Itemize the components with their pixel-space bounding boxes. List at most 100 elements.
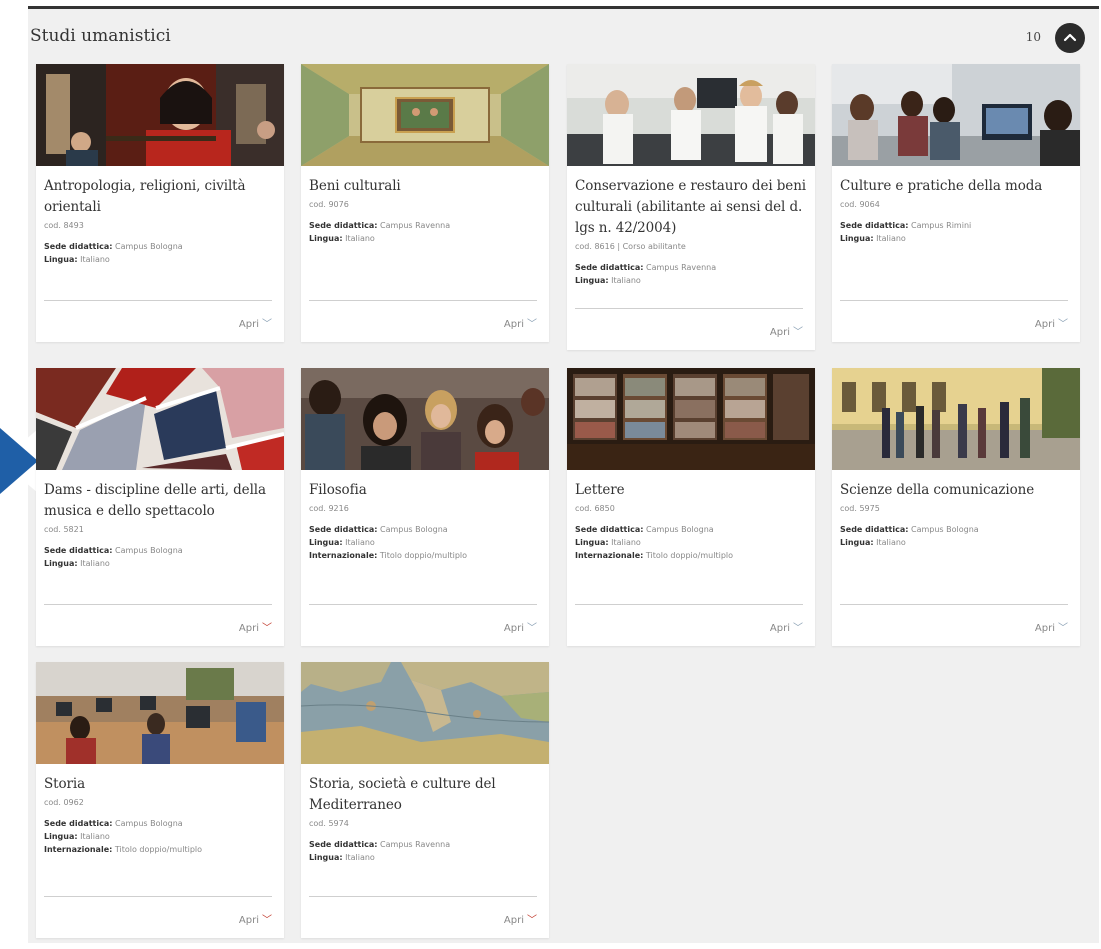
chevron-down-icon: ﹀ (793, 623, 803, 634)
course-code: cod. 6850 (575, 504, 615, 513)
course-count: 10 (1025, 30, 1041, 44)
campus-value: Campus Bologna (115, 819, 183, 828)
language-value: Italiano (80, 832, 110, 841)
course-card[interactable]: Culture e pratiche della moda cod. 9064 … (832, 64, 1080, 342)
course-title[interactable]: Culture e pratiche della moda (840, 176, 1072, 197)
course-card[interactable]: Storia, società e culture del Mediterran… (301, 662, 549, 938)
campus-value: Campus Ravenna (380, 221, 451, 230)
course-code: cod. 9076 (309, 200, 349, 209)
course-title[interactable]: Scienze della comunicazione (840, 480, 1072, 501)
open-details-link[interactable]: Apri ﹀ (504, 619, 537, 634)
course-code: cod. 9064 (840, 200, 880, 209)
international-value: Titolo doppio/multiplo (114, 845, 203, 854)
chevron-down-icon: ﹀ (527, 915, 537, 926)
open-details-link[interactable]: Apri ﹀ (504, 315, 537, 330)
course-title[interactable]: Storia (44, 774, 276, 795)
course-card[interactable]: Scienze della comunicazione cod. 5975 Se… (832, 368, 1080, 646)
open-details-link[interactable]: Apri ﹀ (770, 323, 803, 338)
course-title[interactable]: Storia, società e culture del Mediterran… (309, 774, 541, 816)
course-card[interactable]: Dams - discipline delle arti, della musi… (36, 368, 284, 646)
international-label: Internazionale: (44, 845, 113, 854)
open-details-link[interactable]: Apri ﹀ (1035, 315, 1068, 330)
open-details-link[interactable]: Apri ﹀ (239, 315, 272, 330)
campus-label: Sede didattica: (44, 546, 113, 555)
open-label: Apri (503, 623, 524, 634)
section-header: Studi umanistici 10 (28, 9, 1099, 67)
course-meta: Sede didattica: Campus Bologna Lingua: I… (44, 817, 276, 856)
course-card[interactable]: Beni culturali cod. 9076 Sede didattica:… (301, 64, 549, 342)
course-image-computer-room (36, 662, 284, 764)
campus-label: Sede didattica: (575, 525, 644, 534)
card-footer: Apri ﹀ (840, 604, 1068, 646)
language-label: Lingua: (309, 234, 343, 243)
course-meta: Sede didattica: Campus Rimini Lingua: It… (840, 219, 1072, 245)
chevron-down-icon: ﹀ (262, 915, 272, 926)
campus-value: Campus Bologna (115, 242, 183, 251)
course-image-old-map (301, 662, 549, 764)
card-footer: Apri ﹀ (309, 896, 537, 938)
course-title[interactable]: Conservazione e restauro dei beni cultur… (575, 176, 807, 239)
language-label: Lingua: (44, 255, 78, 264)
course-code: cod. 8493 (44, 221, 84, 230)
chevron-down-icon: ﹀ (793, 327, 803, 338)
chevron-up-icon (1063, 33, 1077, 42)
open-details-link[interactable]: Apri ﹀ (770, 619, 803, 634)
campus-label: Sede didattica: (309, 840, 378, 849)
course-meta: Sede didattica: Campus Bologna Lingua: I… (575, 523, 807, 562)
chevron-down-icon: ﹀ (527, 623, 537, 634)
course-title[interactable]: Dams - discipline delle arti, della musi… (44, 480, 276, 522)
campus-value: Campus Rimini (911, 221, 972, 230)
card-footer: Apri ﹀ (309, 300, 537, 342)
language-label: Lingua: (840, 538, 874, 547)
course-card[interactable]: Filosofia cod. 9216 Sede didattica: Camp… (301, 368, 549, 646)
open-details-link[interactable]: Apri ﹀ (239, 619, 272, 634)
section-title: Studi umanistici (30, 26, 171, 46)
course-card-grid: Antropologia, religioni, civiltà orienta… (36, 64, 1085, 944)
course-meta: Sede didattica: Campus Ravenna Lingua: I… (309, 219, 541, 245)
international-label: Internazionale: (309, 551, 378, 560)
open-label: Apri (503, 319, 524, 330)
language-label: Lingua: (575, 276, 609, 285)
campus-value: Campus Bologna (115, 546, 183, 555)
course-card[interactable]: Lettere cod. 6850 Sede didattica: Campus… (567, 368, 815, 646)
course-title[interactable]: Beni culturali (309, 176, 541, 197)
course-title[interactable]: Lettere (575, 480, 807, 501)
chevron-down-icon: ﹀ (1058, 319, 1068, 330)
course-title[interactable]: Antropologia, religioni, civiltà orienta… (44, 176, 276, 218)
open-label: Apri (503, 915, 524, 926)
course-card[interactable]: Conservazione e restauro dei beni cultur… (567, 64, 815, 350)
course-image-laboratory (567, 64, 815, 166)
course-card[interactable]: Antropologia, religioni, civiltà orienta… (36, 64, 284, 342)
course-image-courtyard-group (832, 368, 1080, 470)
course-meta: Sede didattica: Campus Ravenna Lingua: I… (309, 838, 541, 864)
language-label: Lingua: (840, 234, 874, 243)
open-details-link[interactable]: Apri ﹀ (1035, 619, 1068, 634)
campus-value: Campus Bologna (911, 525, 979, 534)
course-code: cod. 0962 (44, 798, 84, 807)
course-card[interactable]: Storia cod. 0962 Sede didattica: Campus … (36, 662, 284, 938)
course-code: cod. 9216 (309, 504, 349, 513)
open-details-link[interactable]: Apri ﹀ (504, 911, 537, 926)
open-label: Apri (238, 623, 259, 634)
collapse-section-button[interactable] (1055, 23, 1085, 53)
open-details-link[interactable]: Apri ﹀ (239, 911, 272, 926)
language-label: Lingua: (309, 853, 343, 862)
international-label: Internazionale: (575, 551, 644, 560)
course-meta: Sede didattica: Campus Bologna Lingua: I… (309, 523, 541, 562)
course-image-lecture-students (301, 368, 549, 470)
open-label: Apri (1034, 319, 1055, 330)
language-value: Italiano (80, 255, 110, 264)
campus-value: Campus Bologna (380, 525, 448, 534)
campus-value: Campus Ravenna (380, 840, 451, 849)
course-code: cod. 5975 (840, 504, 880, 513)
campus-label: Sede didattica: (309, 525, 378, 534)
language-value: Italiano (876, 234, 906, 243)
language-label: Lingua: (44, 832, 78, 841)
course-image-musician (36, 64, 284, 166)
course-title[interactable]: Filosofia (309, 480, 541, 501)
course-meta: Sede didattica: Campus Bologna Lingua: I… (44, 544, 276, 570)
open-label: Apri (1034, 623, 1055, 634)
chevron-down-icon: ﹀ (262, 319, 272, 330)
card-footer: Apri ﹀ (44, 896, 272, 938)
course-meta: Sede didattica: Campus Ravenna Lingua: I… (575, 261, 807, 287)
